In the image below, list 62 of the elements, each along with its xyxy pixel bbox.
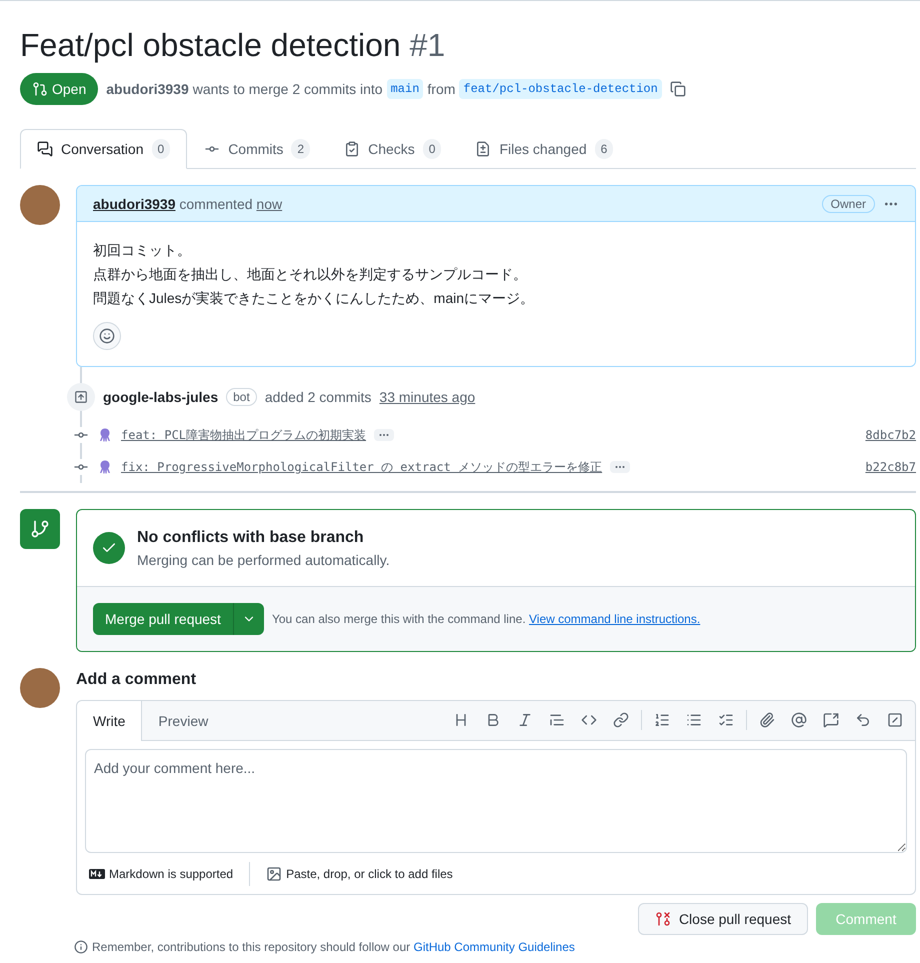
octopus-icon xyxy=(97,427,113,443)
chat-bubbles-icon xyxy=(37,141,53,157)
commit-message-link[interactable]: feat: PCL障害物抽出プログラムの初期実装 xyxy=(121,427,366,443)
add-reaction-icon[interactable] xyxy=(93,322,121,350)
tab[interactable]: Conversation 0 xyxy=(20,129,188,169)
check-icon xyxy=(93,532,125,564)
editor-tab[interactable]: Preview xyxy=(142,701,224,741)
guidelines-note: Remember, contributions to this repository should follow our GitHub Community Guidelines xyxy=(92,939,575,955)
tab[interactable]: Checks 0 xyxy=(327,129,458,169)
commit-message-link[interactable]: fix: ProgressiveMorphologicalFilter の extract メソッドの型エラーを修正 xyxy=(121,459,602,475)
checklist-icon xyxy=(344,141,360,157)
tab-counter: 2 xyxy=(291,139,310,159)
markdown-icon xyxy=(89,869,105,879)
guidelines-link[interactable]: GitHub Community Guidelines xyxy=(414,940,575,954)
file-diff-icon xyxy=(475,141,492,157)
tab-counter: 0 xyxy=(152,139,170,159)
commit-event-action: added 2 commits xyxy=(264,388,372,407)
status-badge: Open xyxy=(20,73,98,105)
merge-description: wants to merge 2 commits into xyxy=(192,80,383,99)
add-comment-heading: Add a comment xyxy=(76,670,198,690)
merge-status-title: No conflicts with base branch xyxy=(137,528,365,548)
closed-pull-request-icon xyxy=(654,911,671,927)
expand-message-icon[interactable] xyxy=(374,429,394,441)
tab[interactable]: Commits 2 xyxy=(187,129,328,169)
actor-link[interactable]: google-labs-jules xyxy=(103,387,218,407)
merge-note: You can also merge this with the command line. View command line instructions. xyxy=(272,611,700,627)
command-line-link[interactable]: View command line instructions. xyxy=(529,612,700,626)
avatar-photo-placeholder xyxy=(20,668,60,708)
merge-status-subtitle: Merging can be performed automatically. xyxy=(137,551,390,570)
comment-input-field[interactable]: Add your comment here... xyxy=(85,749,907,853)
head-branch-label[interactable]: feat/pcl-obstacle-detection xyxy=(459,79,662,99)
octopus-icon xyxy=(97,459,113,475)
author-link[interactable]: abudori3939 xyxy=(106,79,189,99)
base-branch-label[interactable]: main xyxy=(386,79,424,99)
commit-sha-link[interactable]: b22c8b7 xyxy=(865,459,916,475)
timestamp-link[interactable]: 33 minutes ago xyxy=(379,387,476,407)
info-icon xyxy=(74,940,88,954)
image-icon xyxy=(266,866,282,882)
expand-message-icon[interactable] xyxy=(610,461,630,473)
pull-request-icon xyxy=(32,81,48,97)
avatar-photo-placeholder xyxy=(20,185,60,225)
tab-counter: 0 xyxy=(422,139,442,159)
bot-badge: bot xyxy=(226,388,257,406)
comment-text: 初回コミット。 xyxy=(93,241,192,260)
push-icon xyxy=(67,383,95,411)
owner-badge: Owner xyxy=(822,194,875,212)
timestamp-link[interactable]: now xyxy=(256,196,282,212)
copy-icon xyxy=(670,81,686,97)
markdown-note: Markdown is supported xyxy=(109,866,234,882)
comment-text: 問題なくJulesが実装できたことをかくにんしたため、mainにマージ。 xyxy=(93,289,536,308)
commit-sha-link[interactable]: 8dbc7b2 xyxy=(865,427,916,443)
from-label: from xyxy=(427,80,456,99)
branch-icon xyxy=(20,509,60,549)
close-pull-request-button[interactable]: Close pull request xyxy=(638,903,808,935)
comment-header-text: abudori3939 commented now xyxy=(93,194,282,214)
editor-tab[interactable]: Write xyxy=(77,701,142,741)
author-link[interactable]: abudori3939 xyxy=(93,196,176,212)
comment-text: 点群から地面を抽出し、地面とそれ以外を判定するサンプルコード。 xyxy=(93,265,528,284)
attach-files-button[interactable]: Paste, drop, or click to add files xyxy=(250,866,453,882)
tab-counter: 6 xyxy=(594,139,614,159)
pull-request-title: Feat/pcl obstacle detection #1 xyxy=(20,26,446,65)
tab[interactable]: Files changed 6 xyxy=(458,129,630,169)
